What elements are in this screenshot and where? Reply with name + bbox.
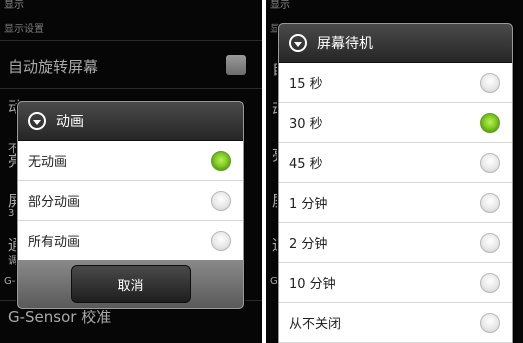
screen-title: 显示 bbox=[270, 0, 290, 11]
cancel-button[interactable]: 取消 bbox=[70, 265, 191, 303]
option-label: 10 分钟 bbox=[289, 277, 336, 292]
option-10-min[interactable]: 10 分钟 bbox=[279, 263, 512, 303]
radio-icon[interactable] bbox=[480, 312, 500, 333]
option-label: 30 秒 bbox=[289, 117, 323, 132]
option-2-min[interactable]: 2 分钟 bbox=[279, 223, 512, 263]
option-some-animation[interactable]: 部分动画 bbox=[18, 181, 243, 221]
option-label: 15 秒 bbox=[289, 77, 323, 92]
radio-icon[interactable] bbox=[211, 230, 231, 251]
option-label: 45 秒 bbox=[289, 157, 323, 172]
setting-peek: G- bbox=[4, 276, 16, 287]
option-label: 2 分钟 bbox=[289, 237, 328, 252]
option-label: 从不关闭 bbox=[289, 317, 342, 332]
gsensor-calibration-label[interactable]: G-Sensor 校准 bbox=[8, 306, 111, 327]
auto-rotate-label[interactable]: 自动旋转屏幕 bbox=[8, 56, 98, 77]
option-30-sec[interactable]: 30 秒 bbox=[279, 103, 512, 143]
radio-icon[interactable] bbox=[480, 272, 500, 293]
dialog-header: 动画 bbox=[18, 102, 243, 141]
radio-icon[interactable] bbox=[480, 152, 500, 173]
setting-peek: 3 bbox=[8, 208, 15, 219]
animation-dialog: 动画 无动画 部分动画 所有动画 取消 bbox=[17, 101, 244, 309]
radio-selected-icon[interactable] bbox=[480, 112, 500, 133]
radio-icon[interactable] bbox=[211, 190, 231, 211]
option-label: 1 分钟 bbox=[289, 197, 328, 212]
divider bbox=[0, 88, 262, 89]
screen-timeout-dialog: 屏幕待机 15 秒 30 秒 45 秒 1 分钟 2 分钟 10 分钟 从不关闭 bbox=[278, 23, 513, 343]
radio-icon[interactable] bbox=[480, 192, 500, 213]
option-45-sec[interactable]: 45 秒 bbox=[279, 143, 512, 183]
option-1-min[interactable]: 1 分钟 bbox=[279, 183, 512, 223]
option-label: 所有动画 bbox=[28, 235, 81, 250]
dialog-footer: 取消 bbox=[18, 260, 243, 308]
dialog-header: 屏幕待机 bbox=[279, 24, 512, 63]
radio-selected-icon[interactable] bbox=[211, 150, 231, 171]
auto-rotate-checkbox[interactable] bbox=[226, 55, 246, 75]
left-screen: 显示 显示设置 自动旋转屏幕 动 不 亮 屏 3 通 调 G- G-Sensor… bbox=[0, 0, 262, 343]
option-no-animation[interactable]: 无动画 bbox=[18, 141, 243, 181]
option-never[interactable]: 从不关闭 bbox=[279, 303, 512, 343]
option-15-sec[interactable]: 15 秒 bbox=[279, 63, 512, 103]
option-label: 无动画 bbox=[28, 155, 68, 170]
right-screen: 显示 显示设置 自 动 亮 屏 通 G- 屏幕待机 15 秒 30 秒 45 秒… bbox=[266, 0, 523, 343]
dialog-title: 屏幕待机 bbox=[317, 36, 373, 52]
radio-icon[interactable] bbox=[480, 232, 500, 253]
screen-subtitle: 显示设置 bbox=[4, 24, 44, 35]
screen-title: 显示 bbox=[4, 0, 24, 11]
option-label: 部分动画 bbox=[28, 195, 81, 210]
option-all-animation[interactable]: 所有动画 bbox=[18, 221, 243, 260]
divider bbox=[0, 40, 262, 41]
dialog-title: 动画 bbox=[56, 114, 84, 130]
chevron-down-circle-icon bbox=[289, 34, 307, 52]
radio-icon[interactable] bbox=[480, 72, 500, 93]
chevron-down-circle-icon bbox=[28, 112, 46, 130]
